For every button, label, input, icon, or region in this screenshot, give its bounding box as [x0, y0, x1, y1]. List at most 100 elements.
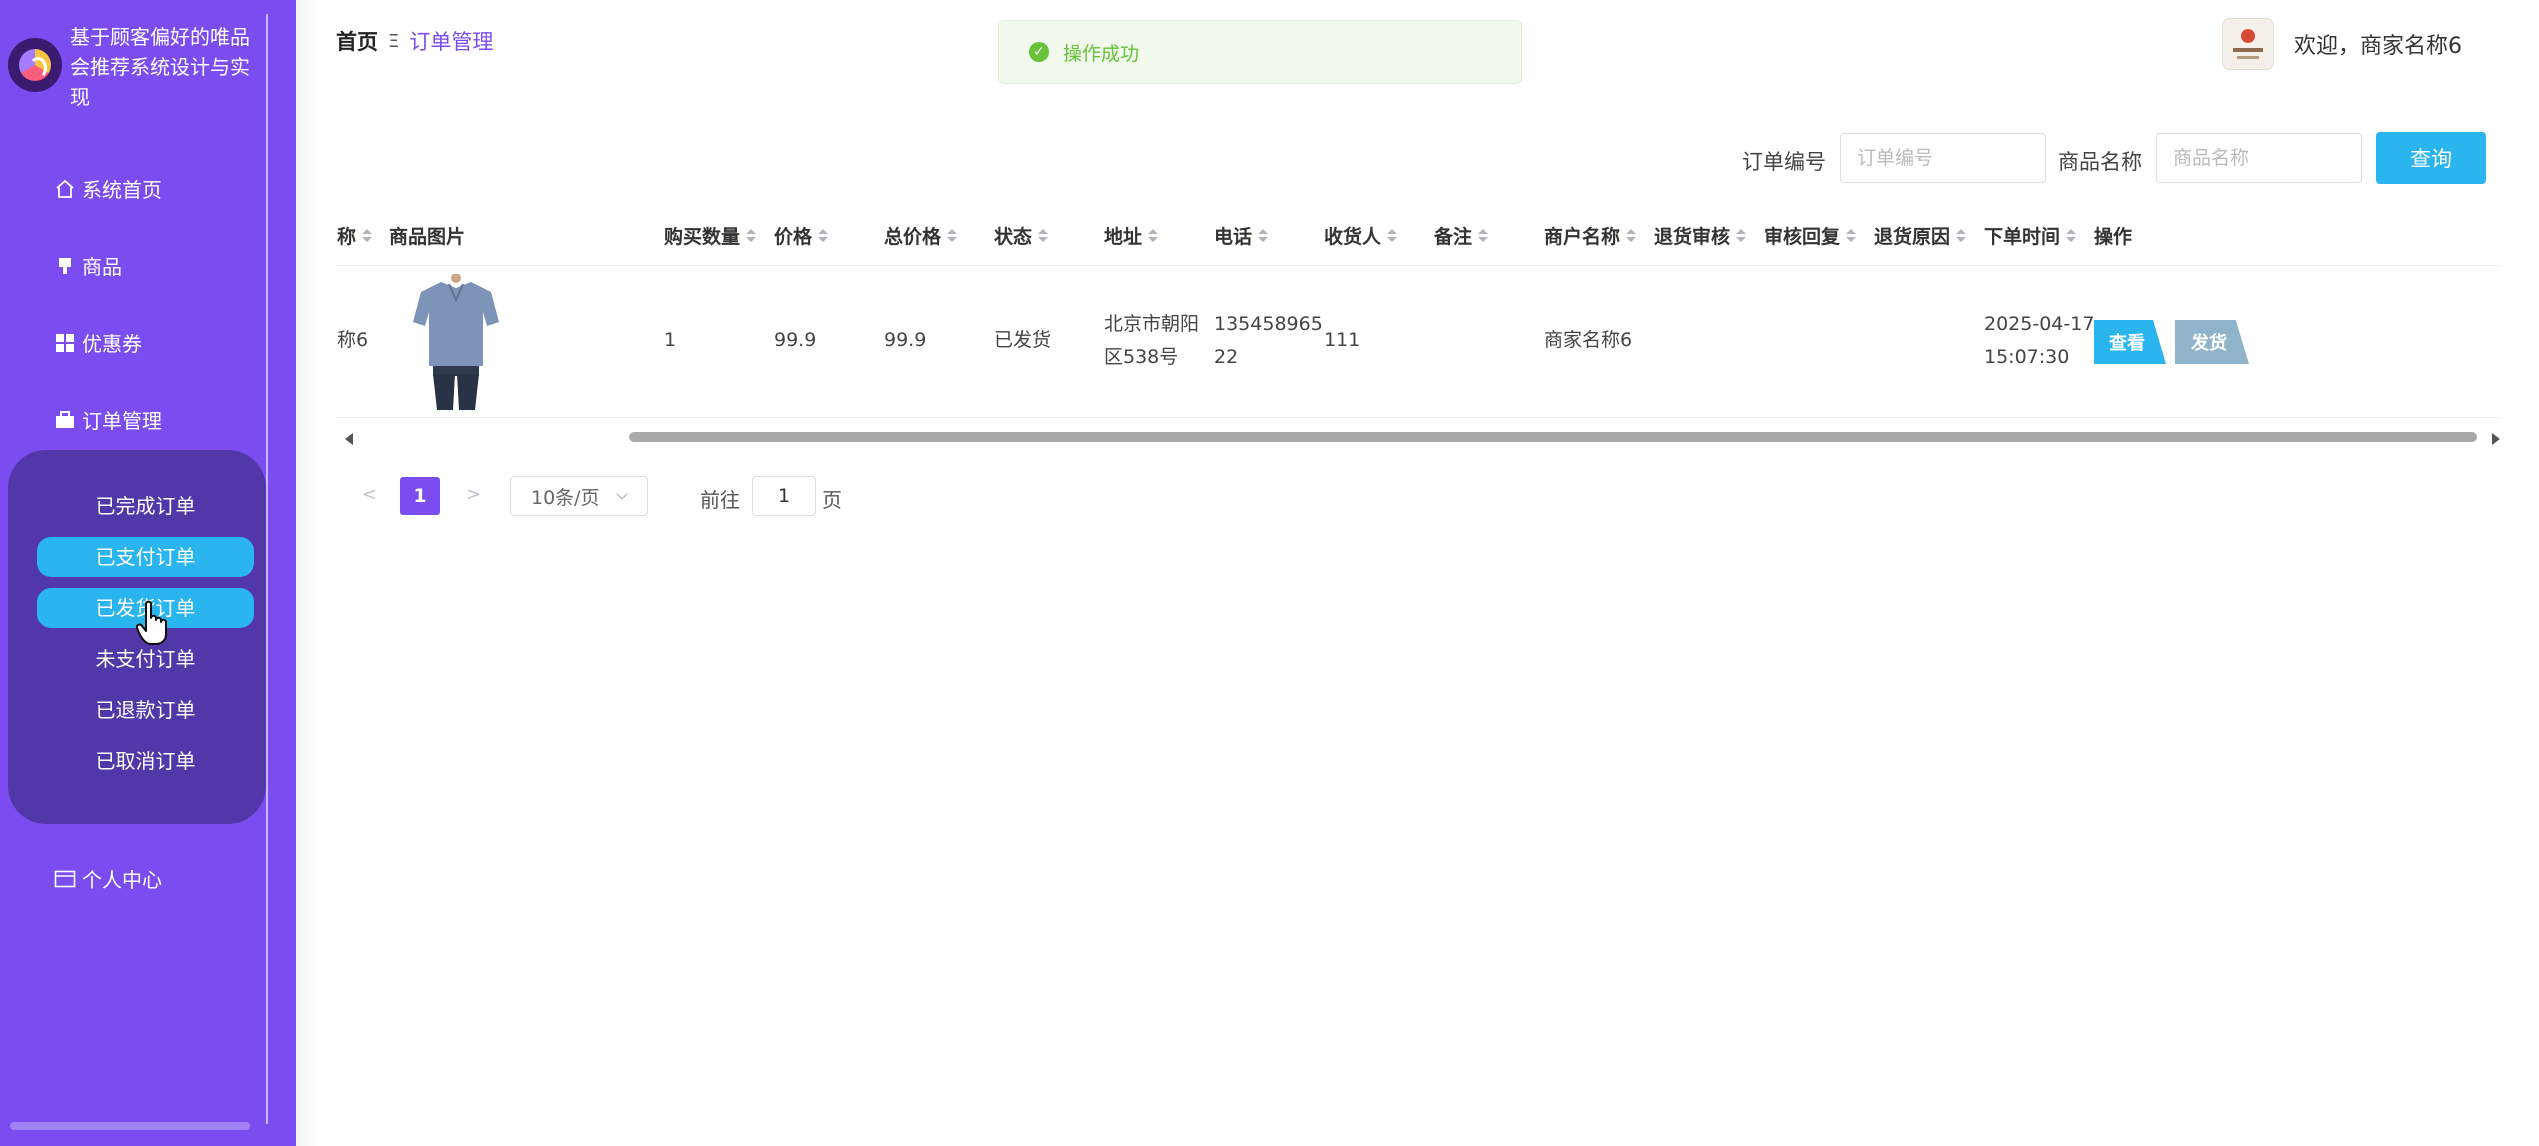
col-remark[interactable]: 备注 — [1434, 222, 1489, 249]
cell-status: 已发货 — [994, 329, 1052, 351]
sort-icon[interactable] — [947, 229, 958, 242]
cell-order-time: 2025-04-17 15:07:30 — [1984, 308, 2094, 374]
query-button[interactable]: 查询 — [2376, 132, 2486, 184]
sort-icon[interactable] — [1258, 229, 1269, 242]
address-line: 区538号 — [1104, 346, 1179, 368]
col-label: 商品图片 — [389, 226, 466, 248]
next-page-button[interactable]: > — [466, 484, 481, 505]
sidebar-shadow — [296, 0, 316, 1146]
success-toast: ✓ 操作成功 — [998, 20, 1522, 84]
avatar[interactable] — [2222, 18, 2274, 70]
col-label: 审核回复 — [1764, 226, 1841, 248]
col-label: 购买数量 — [664, 226, 741, 248]
sort-icon[interactable] — [2066, 229, 2077, 242]
sort-icon[interactable] — [746, 229, 757, 242]
sort-icon[interactable] — [1736, 229, 1747, 242]
submenu-cancelled-orders[interactable]: 已取消订单 — [37, 741, 254, 781]
col-phone[interactable]: 电话 — [1214, 222, 1269, 249]
cell-quantity: 1 — [664, 329, 677, 351]
table-horizontal-scrollbar[interactable] — [337, 428, 2500, 448]
col-receiver[interactable]: 收货人 — [1324, 222, 1398, 249]
col-label: 状态 — [994, 226, 1033, 248]
sort-icon[interactable] — [1956, 229, 1967, 242]
sidebar-scrollbar[interactable] — [10, 1122, 250, 1130]
cell-name: 称6 — [337, 329, 369, 351]
col-label: 退货原因 — [1874, 226, 1951, 248]
col-label: 操作 — [2094, 226, 2133, 248]
col-label: 总价格 — [884, 226, 942, 248]
breadcrumb-current: 订单管理 — [409, 30, 494, 54]
submenu-completed-orders[interactable]: 已完成订单 — [37, 486, 254, 526]
order-no-input[interactable] — [1840, 133, 2046, 183]
page-number-current[interactable]: 1 — [400, 477, 440, 515]
col-label: 下单时间 — [1984, 226, 2061, 248]
nav-item-home[interactable]: 系统首页 — [54, 174, 162, 203]
col-review-reply[interactable]: 审核回复 — [1764, 222, 1857, 249]
breadcrumb-home[interactable]: 首页 — [336, 26, 378, 56]
col-label: 电话 — [1214, 226, 1253, 248]
sort-icon[interactable] — [362, 229, 373, 242]
col-status[interactable]: 状态 — [994, 222, 1049, 249]
nav-item-profile[interactable]: 个人中心 — [54, 864, 162, 893]
address-line: 北京市朝阳 — [1104, 313, 1200, 335]
col-quantity[interactable]: 购买数量 — [664, 222, 757, 249]
col-label: 价格 — [774, 226, 813, 248]
table-header: 称 商品图片 购买数量 价格 总价格 状态 地址 电话 收货人 备注 商户名称 … — [337, 206, 2500, 266]
avatar-mark — [2237, 56, 2259, 59]
goto-page-input[interactable] — [752, 476, 816, 516]
table-row: 称6 1 99.9 99.9 已发货 北京市朝阳 区538号 135458965… — [337, 268, 2500, 418]
col-name[interactable]: 称 — [337, 222, 373, 249]
cell-phone: 135458965 22 — [1214, 308, 1323, 374]
sort-icon[interactable] — [1387, 229, 1398, 242]
avatar-mark — [2233, 48, 2263, 52]
col-label: 商户名称 — [1544, 226, 1621, 248]
breadcrumb-separator: Ξ — [388, 30, 400, 52]
hand-cursor-icon — [136, 600, 167, 645]
product-image[interactable] — [411, 274, 501, 414]
goto-label: 前往 — [700, 488, 740, 512]
grid-icon — [54, 332, 76, 354]
ship-button[interactable]: 发货 — [2175, 320, 2249, 364]
nav-item-orders[interactable]: 订单管理 — [54, 405, 162, 434]
check-circle-icon: ✓ — [1029, 42, 1049, 62]
col-label: 称 — [337, 226, 357, 248]
sort-icon[interactable] — [818, 229, 829, 242]
col-price[interactable]: 价格 — [774, 222, 829, 249]
scrollbar-thumb[interactable] — [629, 432, 2477, 442]
phone-line: 22 — [1214, 346, 1239, 368]
prev-page-button[interactable]: < — [362, 484, 377, 505]
nav-item-coupons[interactable]: 优惠券 — [54, 328, 142, 357]
sort-icon[interactable] — [1148, 229, 1159, 242]
col-address[interactable]: 地址 — [1104, 222, 1159, 249]
cell-address: 北京市朝阳 区538号 — [1104, 308, 1199, 374]
page-size-select[interactable]: 10条/页 — [510, 476, 648, 516]
product-name-label: 商品名称 — [2058, 150, 2142, 174]
submenu-refunded-orders[interactable]: 已退款订单 — [37, 690, 254, 730]
scroll-left-arrow-icon[interactable] — [345, 433, 353, 445]
cell-price: 99.9 — [774, 329, 817, 351]
sort-icon[interactable] — [1038, 229, 1049, 242]
sort-icon[interactable] — [1846, 229, 1857, 242]
product-name-input[interactable] — [2156, 133, 2362, 183]
product-icon — [54, 255, 76, 277]
submenu-paid-orders[interactable]: 已支付订单 — [37, 537, 254, 577]
sort-icon[interactable] — [1626, 229, 1637, 242]
card-icon — [54, 868, 76, 890]
sort-icon[interactable] — [1478, 229, 1489, 242]
col-label: 退货审核 — [1654, 226, 1731, 248]
nav-item-label: 个人中心 — [82, 868, 162, 892]
col-refund-review[interactable]: 退货审核 — [1654, 222, 1747, 249]
col-merchant[interactable]: 商户名称 — [1544, 222, 1637, 249]
nav-item-label: 订单管理 — [82, 409, 162, 433]
col-refund-reason[interactable]: 退货原因 — [1874, 222, 1967, 249]
scroll-right-arrow-icon[interactable] — [2492, 433, 2500, 445]
col-total[interactable]: 总价格 — [884, 222, 958, 249]
order-no-label: 订单编号 — [1742, 150, 1826, 174]
view-button[interactable]: 查看 — [2094, 320, 2166, 364]
cell-total: 99.9 — [884, 329, 927, 351]
welcome-text: 欢迎，商家名称6 — [2294, 34, 2462, 59]
sidebar: 基于顾客偏好的唯品会推荐系统设计与实现 系统首页 商品 优惠券 订单管理 已完成… — [0, 0, 296, 1146]
logo — [8, 38, 62, 92]
nav-item-products[interactable]: 商品 — [54, 251, 122, 280]
col-order-time[interactable]: 下单时间 — [1984, 222, 2077, 249]
